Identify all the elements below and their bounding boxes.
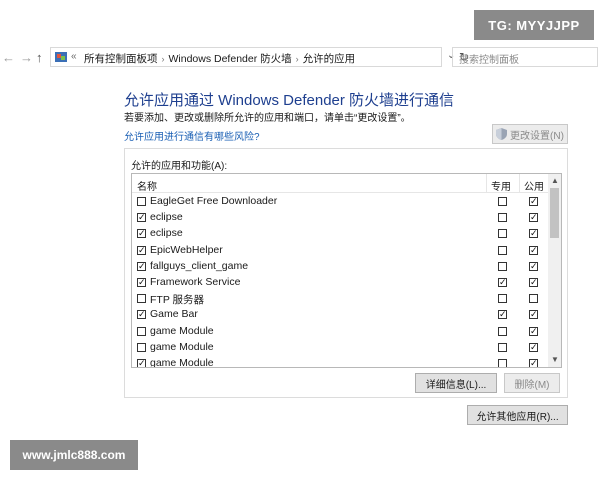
control-panel-icon — [55, 52, 67, 62]
page-subtitle: 若要添加、更改或删除所允许的应用和端口，请单击“更改设置”。 — [124, 113, 411, 124]
scrollbar-thumb[interactable] — [550, 188, 559, 238]
app-enabled-checkbox[interactable]: ✓ — [137, 245, 146, 255]
private-checkbox[interactable] — [498, 294, 507, 304]
list-item[interactable]: ✓ Framework Service ✓ ✓ — [132, 275, 548, 291]
column-header-public[interactable]: 公用 — [524, 178, 544, 193]
scroll-down-icon[interactable]: ▼ — [551, 355, 559, 364]
search-input[interactable]: 搜索控制面板 — [452, 47, 598, 67]
list-header: 名称 专用 公用 — [132, 174, 548, 193]
public-checkbox[interactable]: ✓ — [529, 278, 538, 287]
allowed-apps-label: 允许的应用和功能(A): — [131, 161, 228, 172]
list-item[interactable]: ✓ game Module ✓ — [132, 356, 548, 368]
risk-link[interactable]: 允许应用进行通信有哪些风险? — [124, 128, 260, 143]
public-checkbox[interactable]: ✓ — [529, 229, 538, 239]
private-checkbox[interactable]: ✓ — [498, 310, 507, 320]
forward-arrow-icon[interactable]: → — [20, 49, 33, 67]
breadcrumb: 所有控制面板项 › Windows Defender 防火墙 › 允许的应用 — [84, 51, 355, 66]
app-enabled-checkbox[interactable] — [137, 294, 146, 304]
app-enabled-checkbox[interactable] — [137, 326, 146, 336]
app-name: game Module — [150, 340, 214, 353]
watermark-bottom: www.jmlc888.com — [10, 440, 138, 470]
app-name: fallguys_client_game — [150, 259, 249, 272]
breadcrumb-allowed-apps[interactable]: 允许的应用 — [303, 53, 356, 65]
app-name: FTP 服务器 — [150, 294, 205, 307]
public-checkbox[interactable] — [529, 294, 538, 304]
public-checkbox[interactable]: ✓ — [529, 310, 538, 320]
breadcrumb-all-items[interactable]: 所有控制面板项 — [84, 53, 158, 65]
private-checkbox[interactable] — [498, 342, 507, 352]
public-checkbox[interactable]: ✓ — [529, 342, 538, 352]
remove-button[interactable]: 删除(M) — [504, 373, 560, 393]
app-enabled-checkbox[interactable]: ✓ — [137, 359, 146, 367]
app-name: eclipse — [150, 227, 183, 240]
change-settings-label: 更改设置(N) — [510, 130, 564, 142]
public-checkbox[interactable]: ✓ — [529, 359, 538, 367]
breadcrumb-firewall[interactable]: Windows Defender 防火墙 — [169, 53, 292, 65]
uac-shield-icon — [496, 128, 508, 140]
allowed-apps-list[interactable]: 名称 专用 公用 ▲ ▼ EagleGet Free Downloader ✓ ✓ e… — [131, 173, 562, 368]
private-checkbox[interactable] — [498, 245, 507, 255]
back-arrow-icon[interactable]: ← — [2, 49, 15, 67]
public-checkbox[interactable]: ✓ — [529, 197, 538, 206]
list-item[interactable]: EagleGet Free Downloader ✓ — [132, 194, 548, 210]
private-checkbox[interactable] — [498, 197, 507, 206]
list-item[interactable]: ✓ eclipse ✓ — [132, 210, 548, 226]
app-enabled-checkbox[interactable]: ✓ — [137, 310, 146, 320]
address-bar[interactable]: « 所有控制面板项 › Windows Defender 防火墙 › 允许的应用 ⌄ ↻ — [50, 47, 469, 67]
page-title: 允许应用通过 Windows Defender 防火墙进行通信 — [124, 92, 455, 109]
private-checkbox[interactable] — [498, 229, 507, 239]
scroll-up-icon[interactable]: ▲ — [551, 176, 559, 185]
details-button[interactable]: 详细信息(L)... — [415, 373, 497, 393]
column-header-private[interactable]: 专用 — [491, 178, 511, 193]
list-item[interactable]: FTP 服务器 — [132, 291, 548, 307]
list-item[interactable]: ✓ EpicWebHelper ✓ — [132, 243, 548, 259]
app-name: EpicWebHelper — [150, 243, 223, 256]
list-item[interactable]: ✓ fallguys_client_game ✓ — [132, 259, 548, 275]
app-name: Game Bar — [150, 308, 198, 321]
address-bar-row: ← → ↑ « 所有控制面板项 › Windows Defender 防火墙 › 允许的… — [0, 46, 600, 70]
app-name: game Module — [150, 324, 214, 337]
allow-other-app-button[interactable]: 允许其他应用(R)... — [467, 405, 568, 425]
app-enabled-checkbox[interactable]: ✓ — [137, 261, 146, 271]
public-checkbox[interactable]: ✓ — [529, 326, 538, 336]
public-checkbox[interactable]: ✓ — [529, 245, 538, 255]
breadcrumb-separator-icon[interactable]: › — [162, 54, 165, 64]
private-checkbox[interactable]: ✓ — [498, 278, 507, 287]
app-name: eclipse — [150, 211, 183, 224]
app-enabled-checkbox[interactable] — [137, 342, 146, 352]
up-arrow-icon[interactable]: ↑ — [36, 49, 43, 67]
app-enabled-checkbox[interactable]: ✓ — [137, 229, 146, 239]
app-name: game Module — [150, 357, 214, 368]
breadcrumb-overflow-icon[interactable]: « — [71, 51, 77, 62]
private-checkbox[interactable] — [498, 359, 507, 367]
column-header-name[interactable]: 名称 — [137, 178, 157, 193]
list-item[interactable]: ✓ Game Bar ✓ ✓ — [132, 307, 548, 323]
watermark-top: TG: MYYJJPP — [474, 10, 594, 40]
public-checkbox[interactable]: ✓ — [529, 213, 538, 223]
private-checkbox[interactable] — [498, 261, 507, 271]
app-name: Framework Service — [150, 276, 241, 288]
app-enabled-checkbox[interactable] — [137, 197, 146, 206]
private-checkbox[interactable] — [498, 213, 507, 223]
app-name: EagleGet Free Downloader — [150, 195, 278, 207]
change-settings-button[interactable]: 更改设置(N) — [492, 124, 568, 144]
private-checkbox[interactable] — [498, 326, 507, 336]
list-item[interactable]: game Module ✓ — [132, 324, 548, 340]
app-enabled-checkbox[interactable]: ✓ — [137, 213, 146, 223]
list-item[interactable]: ✓ eclipse ✓ — [132, 226, 548, 242]
list-item[interactable]: game Module ✓ — [132, 340, 548, 356]
public-checkbox[interactable]: ✓ — [529, 261, 538, 271]
breadcrumb-separator-icon[interactable]: › — [296, 54, 299, 64]
app-enabled-checkbox[interactable]: ✓ — [137, 278, 146, 287]
list-scrollbar[interactable]: ▲ ▼ — [548, 174, 561, 367]
